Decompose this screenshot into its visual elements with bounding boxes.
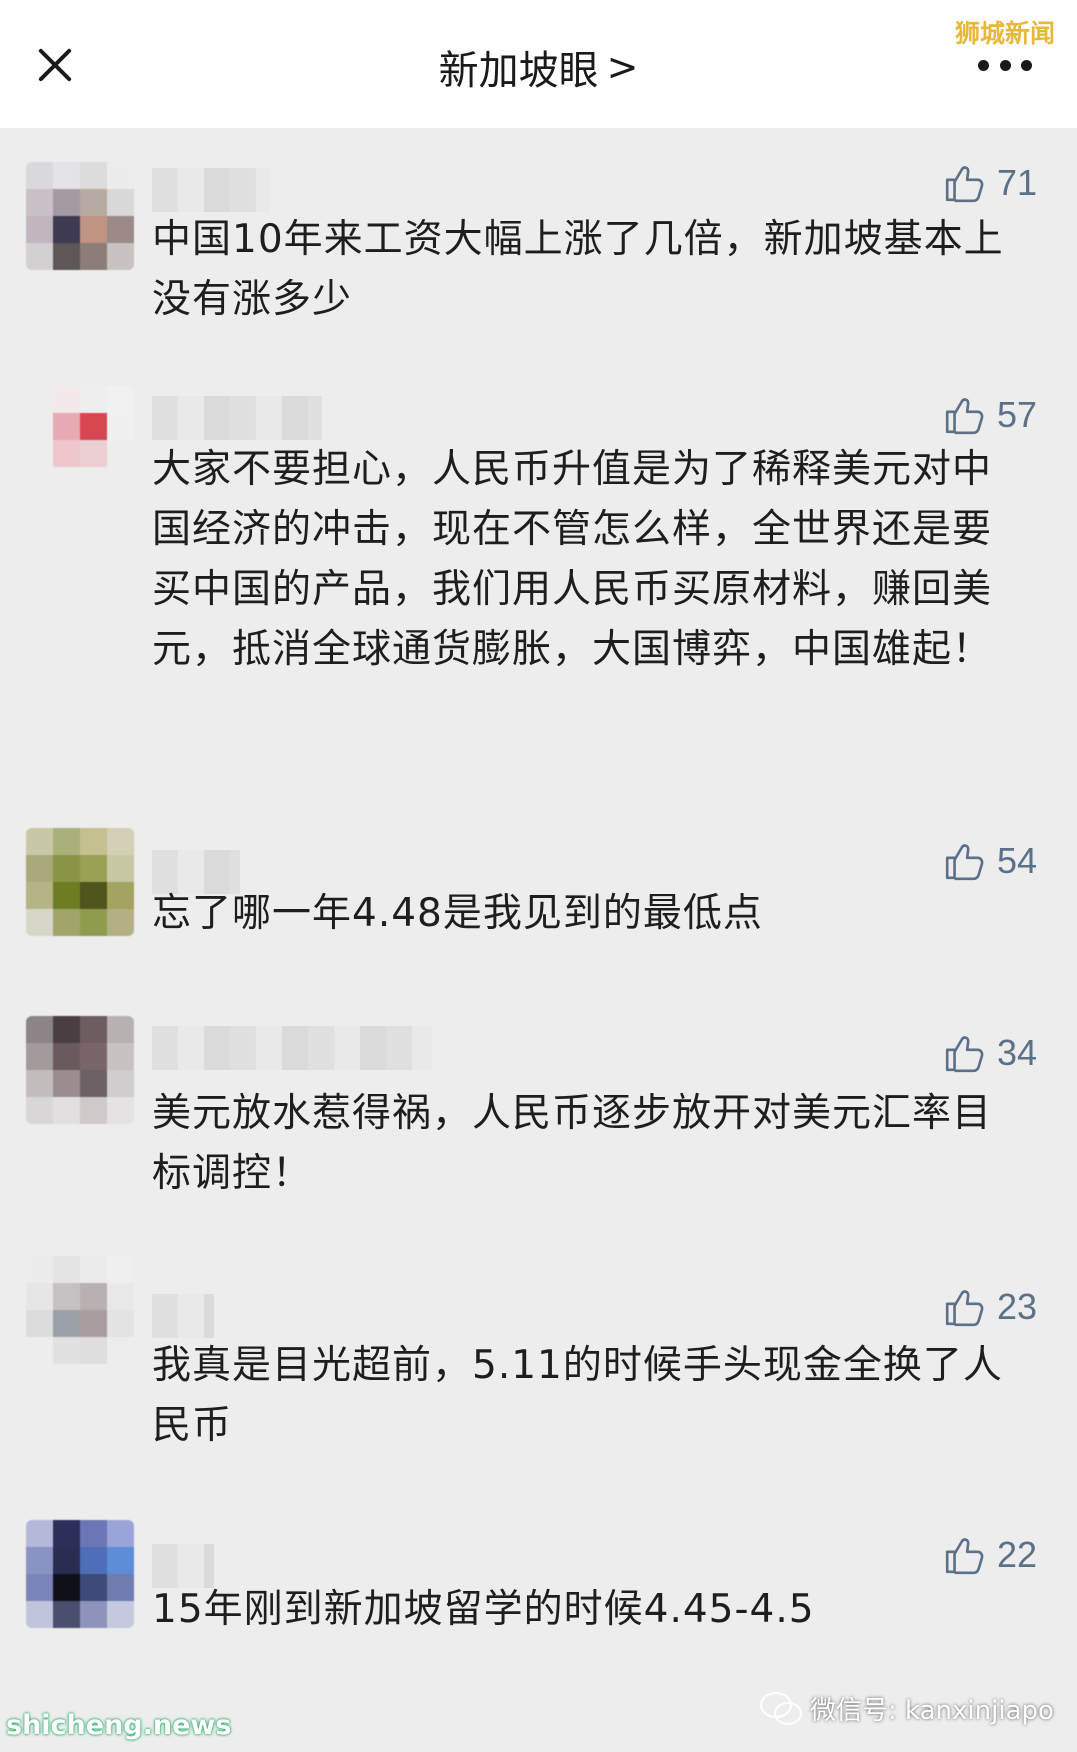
blurred-nickname	[152, 1294, 214, 1338]
like-button[interactable]: 57	[943, 394, 1037, 436]
comment-text: 大家不要担心，人民币升值是为了稀释美元对中国经济的冲击，现在不管怎么样，全世界还…	[152, 447, 993, 672]
like-count: 22	[996, 1534, 1037, 1575]
avatar[interactable]	[26, 162, 134, 270]
blurred-nickname	[152, 1026, 432, 1070]
watermark-logo: 狮城新闻	[955, 19, 1056, 48]
like-count: 54	[996, 840, 1037, 881]
like-button[interactable]: 34	[943, 1032, 1037, 1074]
like-count: 71	[996, 162, 1037, 203]
account-title-link[interactable]: 新加坡眼 >	[439, 38, 639, 96]
chevron-right-icon: >	[606, 45, 639, 89]
avatar[interactable]	[26, 386, 134, 494]
like-button[interactable]: 23	[943, 1286, 1037, 1328]
thumbs-up-icon	[945, 1290, 984, 1327]
avatar[interactable]	[26, 1256, 134, 1364]
avatar[interactable]	[26, 1016, 134, 1124]
like-count: 57	[996, 394, 1037, 435]
site-watermark: shicheng.news	[6, 1710, 232, 1741]
comment-text: 15年刚到新加坡留学的时候4.45-4.5	[152, 1587, 815, 1632]
avatar[interactable]	[26, 1520, 134, 1628]
wechat-id: 微信号: kanxinjiapo	[810, 1696, 1054, 1726]
like-count: 34	[996, 1032, 1037, 1073]
wechat-icon	[760, 1691, 802, 1726]
like-count: 23	[996, 1286, 1037, 1327]
thumbs-up-icon	[945, 398, 984, 435]
top-bar: 新加坡眼 > 狮城新闻	[0, 0, 1077, 128]
like-button[interactable]: 22	[943, 1534, 1037, 1576]
comment-text: 忘了哪一年4.48是我见到的最低点	[152, 891, 763, 936]
like-button[interactable]: 71	[943, 162, 1037, 204]
like-button[interactable]: 54	[943, 840, 1037, 882]
avatar[interactable]	[26, 828, 134, 936]
thumbs-up-icon	[945, 166, 984, 203]
more-icon[interactable]	[978, 60, 1032, 72]
blurred-nickname	[152, 168, 270, 212]
thumbs-up-icon	[945, 1538, 984, 1575]
thumbs-up-icon	[945, 844, 984, 881]
account-title: 新加坡眼	[438, 48, 599, 94]
blurred-nickname	[152, 396, 322, 440]
thumbs-up-icon	[945, 1036, 984, 1073]
comment-text: 我真是目光超前，5.11的时候手头现金全换了人民币	[152, 1343, 1003, 1448]
comment-text: 中国10年来工资大幅上涨了几倍，新加坡基本上没有涨多少	[152, 217, 1004, 322]
wechat-watermark: 微信号: kanxinjiapo	[760, 1690, 1054, 1727]
comment-text: 美元放水惹得祸，人民币逐步放开对美元汇率目标调控！	[152, 1091, 993, 1196]
